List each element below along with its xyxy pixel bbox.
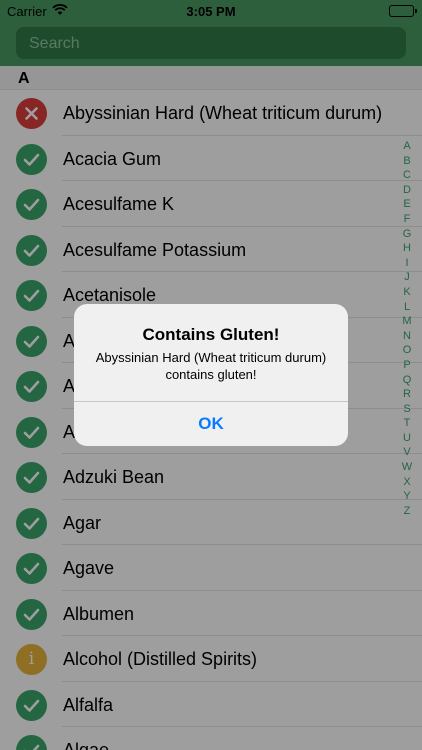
alert-ok-button[interactable]: OK: [74, 402, 348, 446]
alert-dialog: Contains Gluten! Abyssinian Hard (Wheat …: [74, 304, 348, 446]
alert-message: Abyssinian Hard (Wheat triticum durum) c…: [95, 350, 327, 382]
alert-title: Contains Gluten!: [142, 325, 280, 344]
